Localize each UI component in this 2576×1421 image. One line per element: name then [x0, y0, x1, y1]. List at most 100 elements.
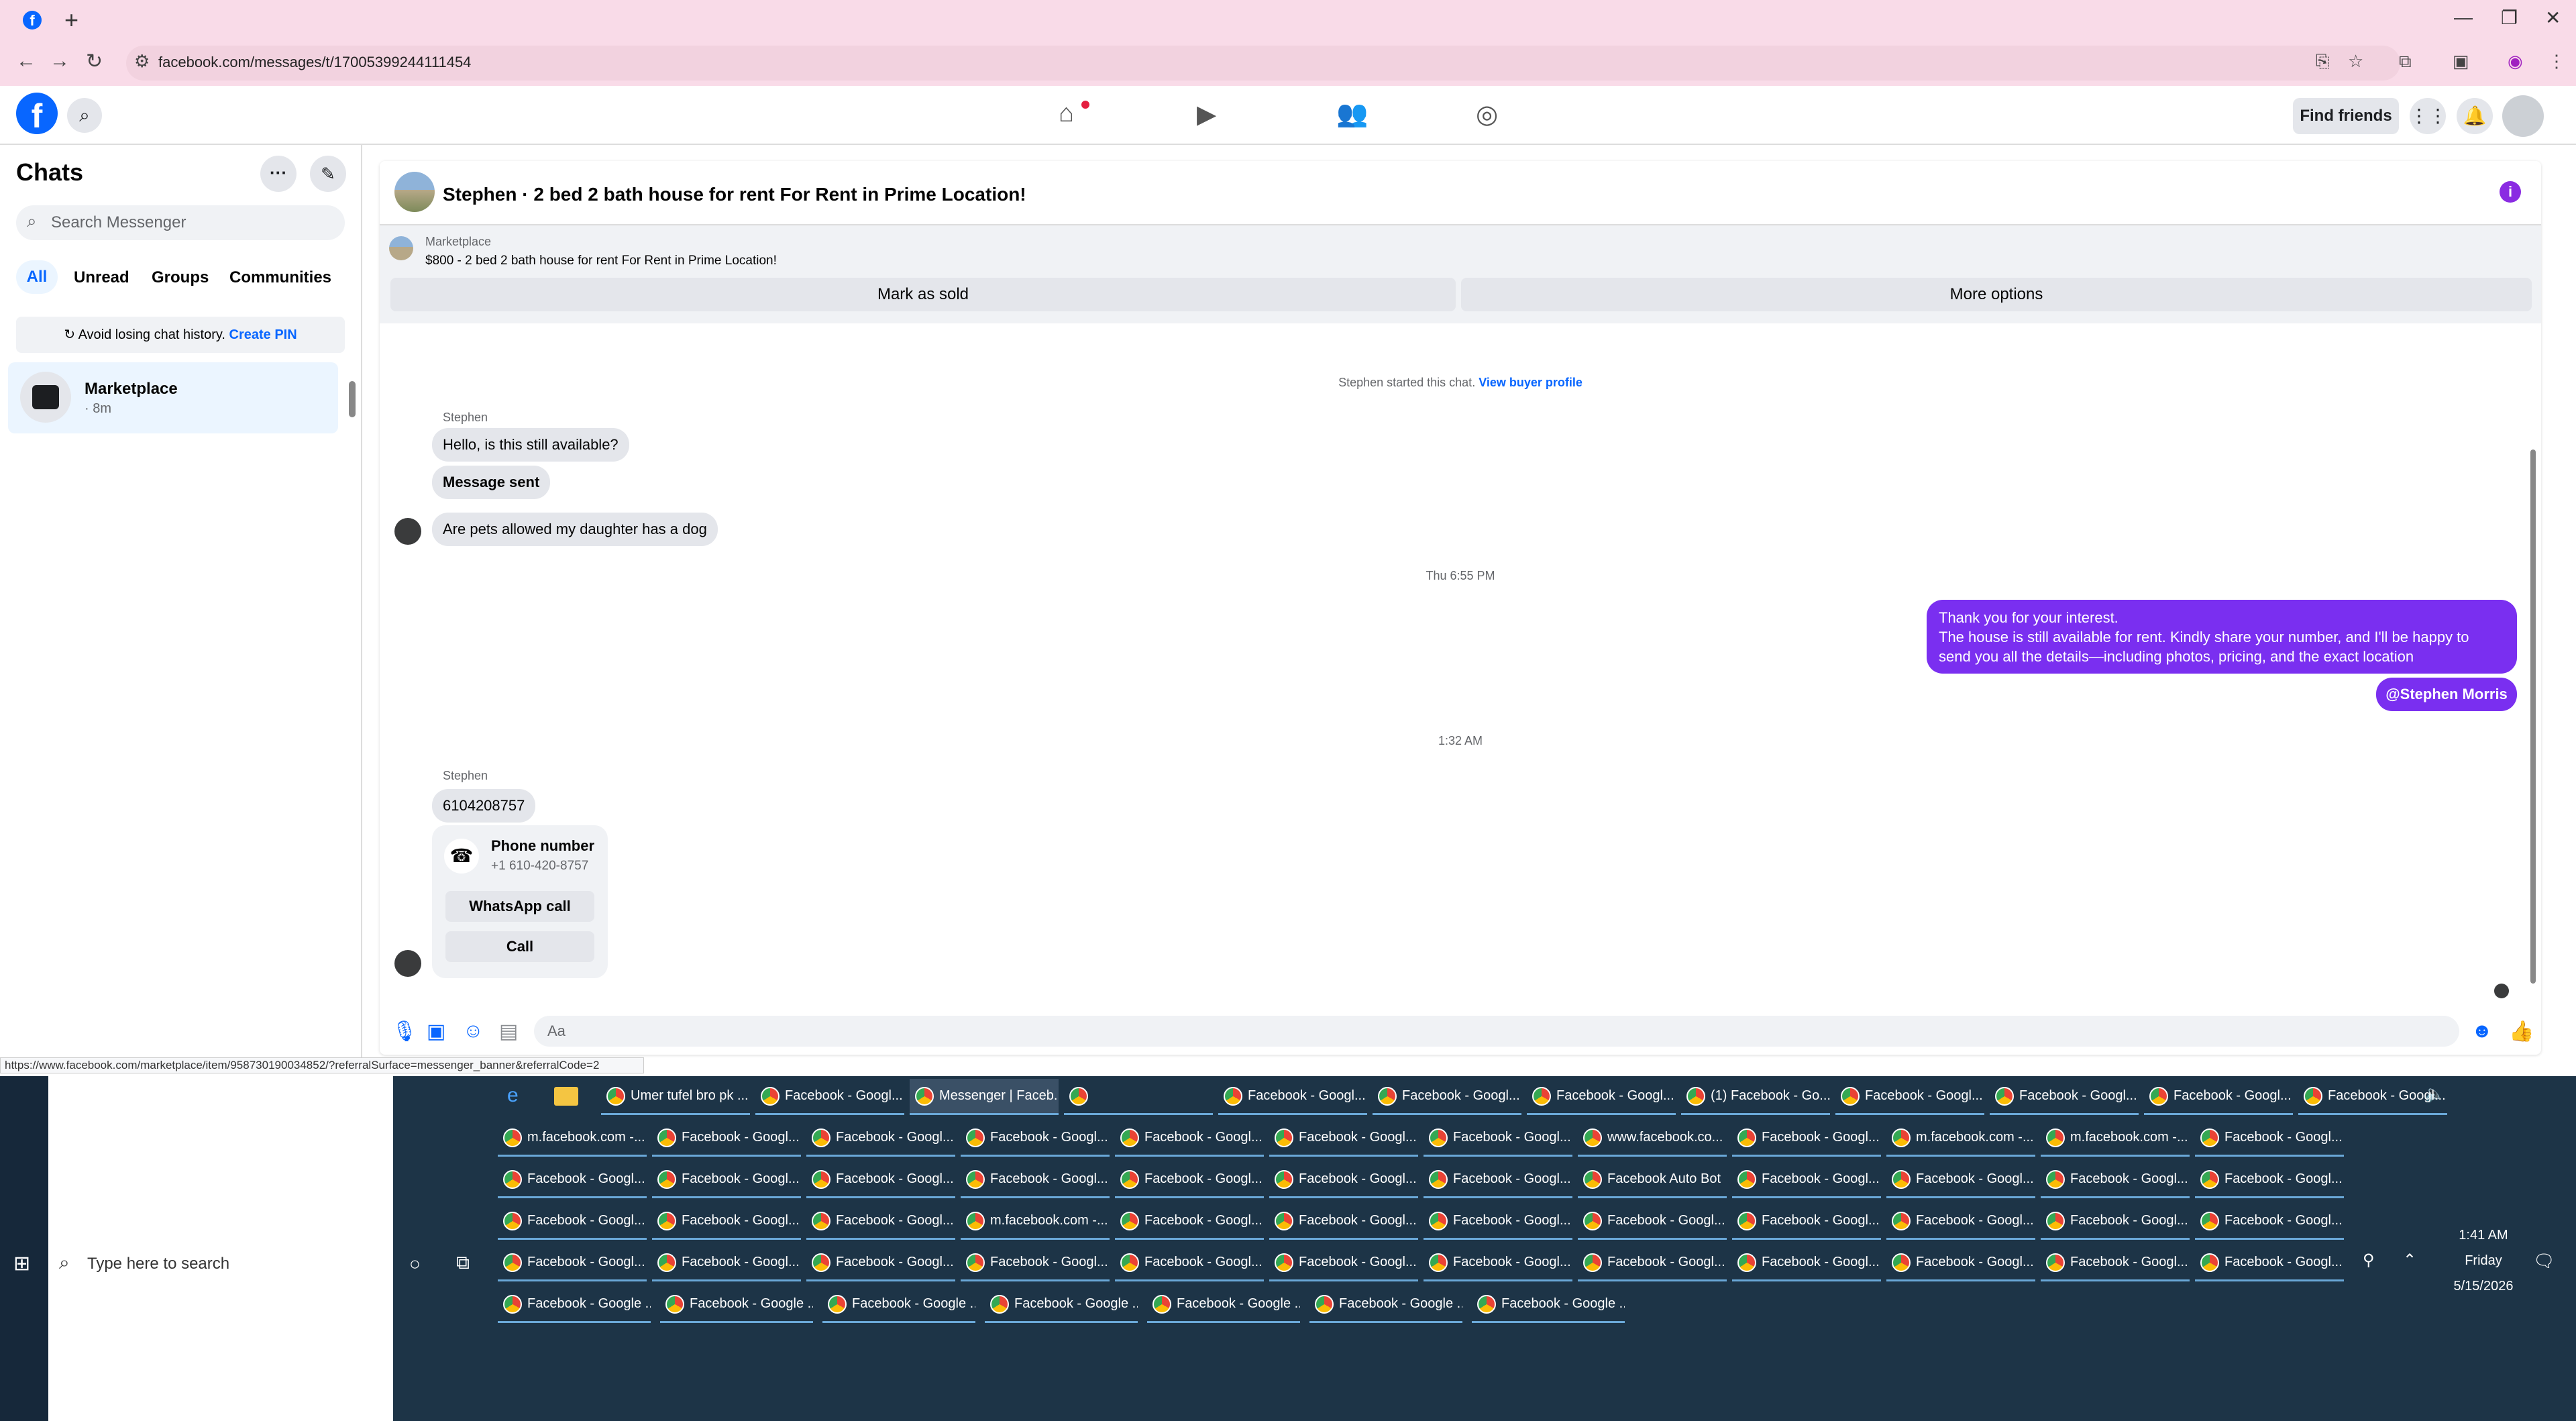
taskbar-window-button[interactable]: Facebook - Googl... [652, 1204, 801, 1240]
avatar[interactable] [2502, 95, 2544, 137]
taskbar-window-button[interactable]: m.facebook.com -... [2041, 1120, 2190, 1157]
taskbar-window-button[interactable]: Umer tufel bro pk ... [601, 1079, 750, 1115]
taskbar-window-button[interactable]: Facebook - Googl... [1578, 1204, 1727, 1240]
mention-bubble[interactable]: @Stephen Morris [2376, 678, 2517, 711]
taskbar-window-button[interactable]: Facebook - Googl... [1835, 1079, 1984, 1115]
microphone-icon[interactable]: 🎙 [392, 1020, 417, 1043]
taskbar-window-button[interactable]: Facebook - Googl... [1115, 1162, 1264, 1198]
thumbs-up-icon[interactable]: 👍 [2509, 1020, 2534, 1043]
taskbar-window-button[interactable]: Facebook - Googl... [2298, 1079, 2447, 1115]
taskbar-window-button[interactable]: Facebook - Google ... [498, 1287, 651, 1323]
more-options-button[interactable]: More options [1461, 278, 2532, 311]
taskbar-window-button[interactable]: Facebook - Googl... [806, 1204, 955, 1240]
message-bubble[interactable]: Are pets allowed my daughter has a dog [432, 513, 718, 546]
taskbar-window-button[interactable]: Facebook - Googl... [2144, 1079, 2293, 1115]
taskbar-window-button[interactable]: Facebook - Googl... [2195, 1162, 2344, 1198]
cortana-icon[interactable]: ○ [409, 1253, 421, 1275]
taskbar-window-button[interactable]: (1) Facebook - Go... [1681, 1079, 1830, 1115]
taskbar-window-button[interactable]: Facebook - Googl... [961, 1120, 1110, 1157]
taskbar-window-button[interactable]: Facebook - Googl... [1424, 1245, 1572, 1281]
taskbar-window-button[interactable]: Facebook Auto Bot [1578, 1162, 1727, 1198]
listing-thumbnail[interactable] [389, 236, 413, 260]
taskbar-window-button[interactable]: Facebook - Googl... [1115, 1120, 1264, 1157]
taskbar-window-button[interactable]: Facebook - Googl... [1269, 1204, 1418, 1240]
view-buyer-profile-link[interactable]: View buyer profile [1479, 376, 1582, 389]
groups-icon[interactable]: ◎ [1476, 99, 1498, 129]
image-icon[interactable]: ▣ [427, 1020, 445, 1043]
chevron-up-icon[interactable]: ⌃ [2403, 1251, 2416, 1270]
taskbar-window-button[interactable]: Facebook - Googl... [1990, 1079, 2139, 1115]
bell-icon[interactable]: 🔔 [2457, 98, 2493, 134]
minimize-icon[interactable]: — [2454, 7, 2473, 28]
message-input[interactable] [534, 1016, 2459, 1047]
taskbar-window-button[interactable]: Facebook - Googl... [652, 1245, 801, 1281]
taskbar-window-button[interactable]: Facebook - Googl... [498, 1204, 647, 1240]
taskbar-window-button[interactable]: Facebook - Googl... [498, 1245, 647, 1281]
notification-center-icon[interactable]: 🗨 [2533, 1251, 2555, 1271]
bookmark-star-icon[interactable]: ☆ [2348, 51, 2363, 72]
home-icon[interactable]: ⌂ [1059, 99, 1074, 128]
taskbar-window-button[interactable]: Facebook - Googl... [1424, 1120, 1572, 1157]
taskbar-window-button[interactable]: Facebook - Googl... [2195, 1204, 2344, 1240]
listing-description[interactable]: $800 - 2 bed 2 bath house for rent For R… [425, 254, 777, 268]
find-friends-button[interactable]: Find friends [2293, 98, 2399, 134]
taskbar-window-button[interactable]: Facebook - Googl... [1424, 1204, 1572, 1240]
taskbar-window-button[interactable]: Facebook - Googl... [2195, 1120, 2344, 1157]
info-icon[interactable]: i [2500, 181, 2521, 203]
taskbar-window-button[interactable]: Facebook - Googl... [806, 1120, 955, 1157]
taskbar-window-button[interactable]: Facebook - Googl... [1732, 1204, 1881, 1240]
edge-icon[interactable]: e [507, 1084, 519, 1107]
more-options-icon[interactable]: ··· [260, 156, 297, 192]
emoji-icon[interactable]: ☻ [2471, 1020, 2493, 1043]
taskbar-window-button[interactable]: Facebook - Googl... [1115, 1204, 1264, 1240]
new-message-icon[interactable]: ✎ [310, 156, 346, 192]
taskbar-window-button[interactable] [1064, 1079, 1213, 1115]
chat-scrollbar-thumb[interactable] [2530, 450, 2536, 984]
taskbar-window-button[interactable]: Facebook - Google ... [660, 1287, 813, 1323]
taskbar-window-button[interactable]: Facebook - Googl... [1269, 1245, 1418, 1281]
filter-groups[interactable]: Groups [152, 268, 209, 287]
taskbar-window-button[interactable]: m.facebook.com -... [961, 1204, 1110, 1240]
message-bubble[interactable]: 6104208757 [432, 789, 536, 823]
menu-kebab-icon[interactable]: ⋮ [2548, 51, 2565, 72]
taskbar-window-button[interactable]: www.facebook.co... [1578, 1120, 1727, 1157]
message-bubble[interactable]: Hello, is this still available? [432, 428, 629, 462]
facebook-logo[interactable]: f [16, 93, 58, 135]
filter-all[interactable]: All [16, 260, 58, 294]
menu-grid-icon[interactable]: ⋮⋮ [2410, 98, 2447, 134]
gif-icon[interactable]: ▤ [499, 1020, 518, 1043]
taskbar-window-button[interactable]: Facebook - Google ... [985, 1287, 1138, 1323]
taskbar-window-button[interactable]: m.facebook.com -... [1886, 1120, 2035, 1157]
stephen-avatar[interactable] [394, 950, 421, 977]
task-view-icon[interactable]: ⧉ [456, 1252, 470, 1274]
taskbar-window-button[interactable]: Facebook - Googl... [961, 1162, 1110, 1198]
outgoing-message[interactable]: Thank you for your interest. The house i… [1927, 600, 2517, 674]
taskbar-window-button[interactable]: Facebook - Google ... [1309, 1287, 1462, 1323]
restore-icon[interactable]: ❐ [2501, 7, 2518, 29]
taskbar-window-button[interactable]: Facebook - Googl... [1886, 1162, 2035, 1198]
facebook-tab-icon[interactable]: f [23, 11, 42, 30]
call-button[interactable]: Call [445, 931, 594, 962]
taskbar-window-button[interactable]: Facebook - Googl... [2041, 1204, 2190, 1240]
taskbar-window-button[interactable]: Facebook - Googl... [652, 1162, 801, 1198]
sticker-icon[interactable]: ☺ [463, 1020, 484, 1043]
taskbar-window-button[interactable]: m.facebook.com -... [498, 1120, 647, 1157]
taskbar-window-button[interactable]: Facebook - Googl... [1373, 1079, 1521, 1115]
taskbar-window-button[interactable]: Facebook - Googl... [1732, 1120, 1881, 1157]
sidebar-icon[interactable]: ▣ [2453, 51, 2469, 72]
taskbar-window-button[interactable]: Facebook - Googl... [1218, 1079, 1367, 1115]
taskbar-window-button[interactable]: Facebook - Google ... [822, 1287, 975, 1323]
taskbar-day[interactable]: Friday [2442, 1253, 2525, 1269]
install-icon[interactable]: ⎘ [2316, 51, 2330, 72]
taskbar-window-button[interactable]: Facebook - Googl... [498, 1162, 647, 1198]
reload-icon[interactable]: ↻ [86, 50, 103, 73]
taskbar-window-button[interactable]: Messenger | Faceb... [910, 1079, 1059, 1115]
filter-communities[interactable]: Communities [229, 268, 331, 287]
taskbar-window-button[interactable]: Facebook - Googl... [652, 1120, 801, 1157]
windows-start-icon[interactable]: ⊞ [13, 1252, 30, 1275]
taskbar-time[interactable]: 1:41 AM [2442, 1228, 2525, 1243]
forward-icon[interactable]: → [50, 50, 70, 72]
taskbar-window-button[interactable]: Facebook - Googl... [961, 1245, 1110, 1281]
taskbar-window-button[interactable]: Facebook - Googl... [1886, 1204, 2035, 1240]
back-icon[interactable]: ← [16, 50, 36, 72]
